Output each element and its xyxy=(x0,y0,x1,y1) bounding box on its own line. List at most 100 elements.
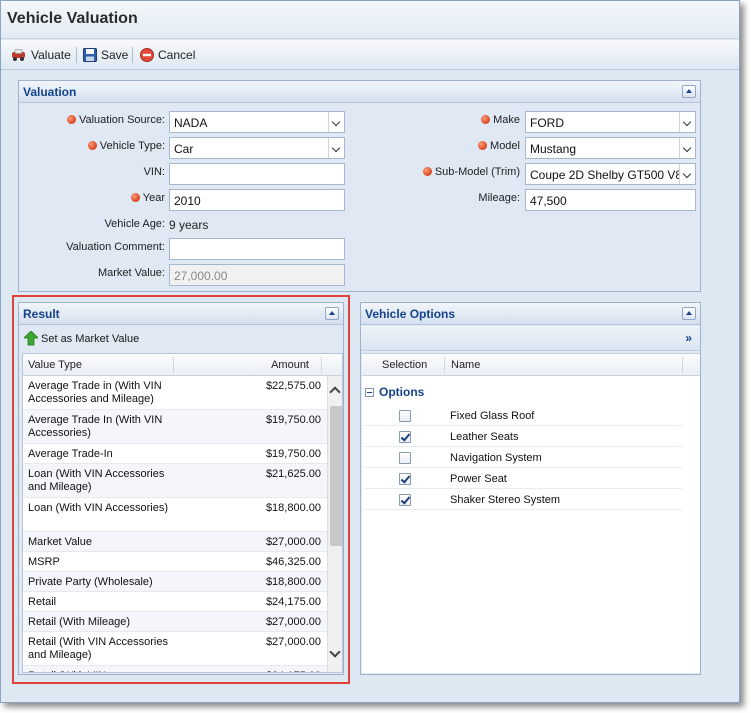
table-row[interactable]: Private Party (Wholesale) $18,800.00 xyxy=(23,572,327,592)
table-row[interactable]: Average Trade in (With VIN Accessories a… xyxy=(23,376,327,410)
option-checkbox[interactable] xyxy=(399,452,411,464)
option-row[interactable]: Shaker Stereo System xyxy=(364,490,682,510)
floppy-disk-icon xyxy=(83,48,97,62)
options-group-header[interactable]: Options xyxy=(365,385,424,399)
options-grid-header: Selection Name xyxy=(362,354,700,376)
valuate-icon xyxy=(12,49,25,61)
result-grid: Value Type Amount Average Trade in (With… xyxy=(22,353,343,673)
option-name: Fixed Glass Roof xyxy=(450,410,535,422)
year-field[interactable]: 2010 xyxy=(169,189,345,211)
vin-field[interactable] xyxy=(169,163,345,185)
value-type-cell: Loan (With VIN Accessories and Mileage) xyxy=(28,468,165,493)
make-label: Make xyxy=(481,114,520,126)
option-row[interactable]: Leather Seats xyxy=(364,427,682,447)
option-checkbox[interactable] xyxy=(399,494,411,506)
result-grid-header: Value Type Amount xyxy=(23,354,342,376)
collapse-group-icon[interactable] xyxy=(365,387,374,397)
table-row[interactable]: Retail (With Mileage) $27,000.00 xyxy=(23,612,327,632)
chevron-down-icon[interactable] xyxy=(679,164,695,184)
amount-cell: $27,000.00 xyxy=(265,616,321,628)
amount-cell: $27,000.00 xyxy=(265,536,321,548)
scroll-up-arrow-icon[interactable] xyxy=(329,386,341,398)
amount-cell: $46,325.00 xyxy=(265,556,321,568)
chevron-down-icon[interactable] xyxy=(679,112,695,132)
valuation-source-label: Valuation Source: xyxy=(66,114,165,126)
options-grid: Selection Name Options Fixed Glass Roof L… xyxy=(362,353,700,673)
column-header-name[interactable]: Name xyxy=(451,359,480,371)
required-indicator-icon xyxy=(478,141,488,150)
option-checkbox[interactable] xyxy=(399,431,411,443)
table-row[interactable]: Loan (With VIN Accessories) $18,800.00 xyxy=(23,498,327,532)
table-row[interactable]: Retail (With VIN Accessories and Mileage… xyxy=(23,632,327,666)
collapse-result-button[interactable] xyxy=(325,307,339,320)
column-header-amount[interactable]: Amount xyxy=(271,359,309,371)
table-row[interactable]: MSRP $46,325.00 xyxy=(23,552,327,572)
vehicle-age-label: Vehicle Age: xyxy=(104,218,165,230)
cancel-button[interactable]: Cancel xyxy=(140,46,195,64)
amount-cell: $21,625.00 xyxy=(265,468,321,480)
scroll-down-arrow-icon[interactable] xyxy=(329,646,341,658)
column-header-selection[interactable]: Selection xyxy=(382,359,427,371)
valuation-comment-field[interactable] xyxy=(169,238,345,260)
arrow-up-icon xyxy=(24,331,38,346)
collapse-valuation-button[interactable] xyxy=(682,85,696,98)
amount-cell: $24,175.00 xyxy=(265,596,321,608)
chevron-down-icon[interactable] xyxy=(328,112,344,132)
vehicle-options-toolbar: » xyxy=(361,326,700,351)
column-divider xyxy=(444,357,445,373)
value-type-cell: Loan (With VIN Accessories) xyxy=(28,502,168,514)
result-scrollbar[interactable] xyxy=(327,376,342,672)
set-as-market-value-label: Set as Market Value xyxy=(41,332,140,345)
expand-more-icon[interactable]: » xyxy=(685,331,692,345)
options-group-label: Options xyxy=(379,385,425,399)
model-select[interactable]: Mustang xyxy=(525,137,696,159)
result-panel: Result Set as Market Value Value Type Am… xyxy=(18,302,344,675)
option-checkbox[interactable] xyxy=(399,473,411,485)
table-row[interactable]: Retail (With VIN $24,175.00 xyxy=(23,666,327,672)
toolbar-divider xyxy=(76,47,77,63)
amount-cell: $24,175.00 xyxy=(266,670,321,672)
collapse-vehicle-options-button[interactable] xyxy=(682,307,696,320)
valuation-source-select[interactable]: NADA xyxy=(169,111,345,133)
column-divider xyxy=(682,357,683,373)
column-divider xyxy=(321,357,322,373)
value-type-cell: Retail (With VIN Accessories and Mileage… xyxy=(28,636,168,661)
cancel-icon xyxy=(140,48,154,62)
value-type-cell: Retail (With Mileage) xyxy=(28,616,131,628)
option-row[interactable]: Power Seat xyxy=(364,469,682,489)
amount-cell: $18,800.00 xyxy=(265,576,321,588)
table-row[interactable]: Retail $24,175.00 xyxy=(23,592,327,612)
vehicle-type-select[interactable]: Car xyxy=(169,137,345,159)
option-name: Leather Seats xyxy=(450,431,519,443)
sub-model-select[interactable]: Coupe 2D Shelby GT500 V8 xyxy=(525,163,696,185)
toolbar: Valuate Save Cancel xyxy=(1,40,739,70)
scrollbar-thumb[interactable] xyxy=(330,406,342,546)
amount-cell: $18,800.00 xyxy=(265,502,321,514)
value-type-cell: Average Trade In (With VIN Accessories) xyxy=(28,414,163,439)
market-value-field: 27,000.00 xyxy=(169,264,345,286)
cancel-label: Cancel xyxy=(158,48,196,62)
value-type-cell: Retail xyxy=(28,596,57,608)
option-name: Navigation System xyxy=(450,452,542,464)
option-row[interactable]: Navigation System xyxy=(364,448,682,468)
make-select[interactable]: FORD xyxy=(525,111,696,133)
table-row[interactable]: Loan (With VIN Accessories and Mileage) $… xyxy=(23,464,327,498)
value-type-cell: Average Trade-In xyxy=(28,448,113,460)
mileage-field[interactable]: 47,500 xyxy=(525,189,696,211)
table-row[interactable]: Market Value $27,000.00 xyxy=(23,532,327,552)
table-row[interactable]: Average Trade In (With VIN Accessories) $… xyxy=(23,410,327,444)
option-checkbox[interactable] xyxy=(399,410,411,422)
save-button[interactable]: Save xyxy=(83,46,128,64)
column-header-value-type[interactable]: Value Type xyxy=(28,359,82,371)
option-row[interactable]: Fixed Glass Roof xyxy=(364,406,682,426)
chevron-down-icon[interactable] xyxy=(679,138,695,158)
table-row[interactable]: Average Trade-In $19,750.00 xyxy=(23,444,327,464)
valuate-button[interactable]: Valuate xyxy=(11,46,71,64)
chevron-down-icon[interactable] xyxy=(328,138,344,158)
value-type-cell: Market Value xyxy=(28,536,92,548)
save-label: Save xyxy=(101,48,129,62)
option-name: Power Seat xyxy=(450,473,507,485)
toolbar-divider xyxy=(132,47,133,63)
vehicle-age-value: 9 years xyxy=(169,218,209,232)
set-as-market-value-button[interactable]: Set as Market Value xyxy=(24,331,139,346)
